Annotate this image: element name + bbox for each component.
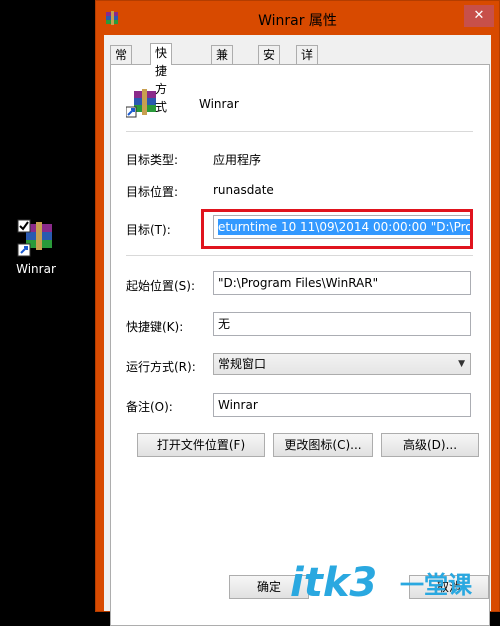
run-select[interactable]: 常规窗口 ▼ <box>213 353 471 375</box>
watermark-logo-cn: 一堂课 <box>400 571 472 599</box>
run-label: 运行方式(R): <box>126 360 196 374</box>
tab-security[interactable]: 安全 <box>258 45 281 80</box>
highlight-box <box>201 209 473 249</box>
close-icon: ✕ <box>473 8 485 23</box>
desktop-icon-label: Winrar <box>16 262 56 276</box>
change-icon-button[interactable]: 更改图标(C)... <box>273 433 373 457</box>
comment-label: 备注(O): <box>126 400 173 414</box>
run-select-value: 常规窗口 <box>218 357 267 371</box>
window-title: Winrar 属性 <box>258 13 337 29</box>
shortcut-name: Winrar <box>199 97 239 111</box>
desktop-winrar-shortcut[interactable]: Winrar <box>12 218 60 276</box>
tab-general[interactable]: 常规 <box>110 45 133 80</box>
chevron-down-icon: ▼ <box>458 359 465 369</box>
title-bar[interactable]: Winrar 属性 ✕ <box>96 1 499 35</box>
watermark-logo: itk3 <box>290 560 378 606</box>
tab-details[interactable]: 详细信息 <box>296 45 319 116</box>
target-type-label: 目标类型: <box>126 153 179 167</box>
close-button[interactable]: ✕ <box>464 5 494 27</box>
target-location-value: runasdate <box>213 183 274 197</box>
shortcut-panel: Winrar 目标类型: 应用程序 目标位置: runasdate 目标(T):… <box>110 64 490 626</box>
tab-shortcut[interactable]: 快捷方式 <box>150 43 173 114</box>
properties-window: Winrar 属性 ✕ 常规 快捷方式 兼容性 安全 详细信息 <box>95 0 500 626</box>
start-in-label: 起始位置(S): <box>126 279 196 293</box>
target-location-label: 目标位置: <box>126 185 179 199</box>
winrar-icon <box>16 218 56 258</box>
divider <box>126 131 473 132</box>
target-label: 目标(T): <box>126 223 171 237</box>
hotkey-label: 快捷键(K): <box>126 320 184 334</box>
divider <box>126 255 473 256</box>
shortcut-app-icon <box>125 87 158 122</box>
start-in-input[interactable]: "D:\Program Files\WinRAR" <box>213 271 471 295</box>
open-file-location-button[interactable]: 打开文件位置(F) <box>137 433 265 457</box>
hotkey-input[interactable]: 无 <box>213 312 471 336</box>
target-type-value: 应用程序 <box>213 153 262 167</box>
dialog-client: 常规 快捷方式 兼容性 安全 详细信息 Winrar 目标类型: 应用程序 <box>104 35 491 626</box>
advanced-button[interactable]: 高级(D)... <box>381 433 479 457</box>
comment-input[interactable]: Winrar <box>213 393 471 417</box>
tab-compatibility[interactable]: 兼容性 <box>211 45 234 98</box>
